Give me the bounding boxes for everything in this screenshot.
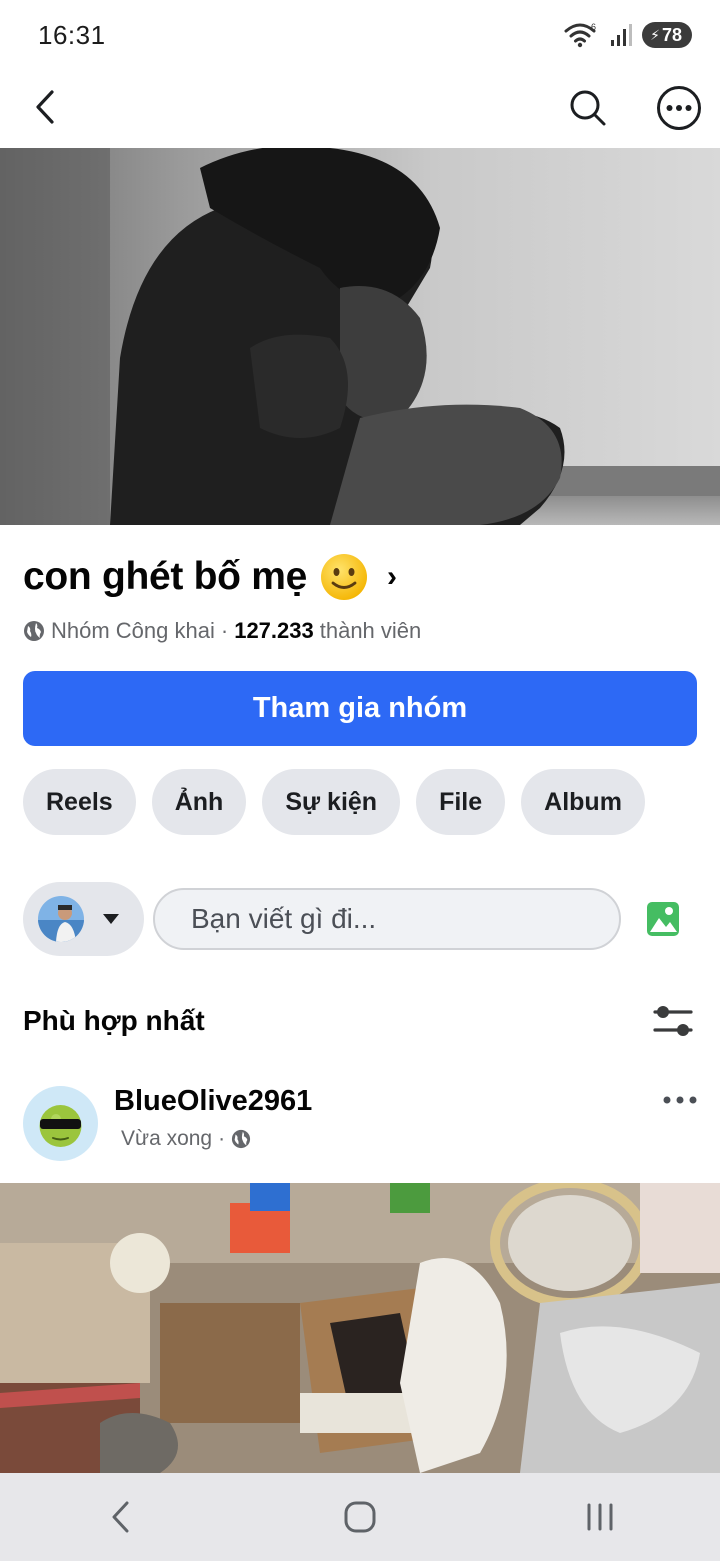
system-home-button[interactable]: [320, 1477, 400, 1557]
avatar: [38, 896, 84, 942]
photo-icon[interactable]: [646, 900, 680, 938]
recents-nav-icon: [587, 1503, 613, 1531]
wifi-icon: 6: [564, 22, 596, 48]
meta-separator: ·: [218, 1127, 226, 1150]
group-cover-photo[interactable]: [0, 148, 720, 525]
back-button[interactable]: [22, 84, 68, 130]
more-horizontal-icon: [663, 1096, 697, 1104]
tab-albums[interactable]: Album: [521, 769, 645, 835]
globe-icon: [24, 621, 44, 641]
post-options-button[interactable]: [660, 1085, 700, 1115]
post-author-name[interactable]: BlueOlive2961: [114, 1085, 312, 1118]
identity-switcher[interactable]: [23, 882, 144, 956]
cover-image: [0, 148, 720, 525]
post-timestamp[interactable]: Vừa xong: [121, 1127, 212, 1151]
status-bar: 16:31 6 ⚡ 78: [0, 0, 720, 70]
more-options-button[interactable]: [655, 84, 703, 132]
post-composer-input[interactable]: Bạn viết gì đi...: [153, 888, 621, 950]
battery-icon: ⚡ 78: [642, 22, 692, 48]
signal-icon: [611, 24, 633, 46]
back-nav-icon: [112, 1501, 129, 1533]
group-title-row[interactable]: con ghét bố mẹ ›: [23, 552, 397, 602]
home-nav-icon: [344, 1501, 376, 1533]
system-recents-button[interactable]: [560, 1477, 640, 1557]
chevron-right-icon: ›: [386, 560, 397, 593]
app-bar: [0, 70, 720, 148]
post-image[interactable]: [0, 1183, 720, 1473]
meta-separator: ·: [220, 618, 229, 643]
group-title: con ghét bố mẹ: [23, 555, 307, 598]
system-back-button[interactable]: [80, 1477, 160, 1557]
member-label: thành viên: [319, 618, 422, 643]
system-nav-bar: [0, 1473, 720, 1561]
battery-level: 78: [661, 24, 682, 45]
more-horizontal-icon: [657, 86, 701, 130]
tab-files[interactable]: File: [416, 769, 506, 835]
charging-bolt-icon: ⚡: [650, 26, 660, 43]
post-meta: Vừa xong ·: [121, 1127, 251, 1151]
post-author-avatar[interactable]: [23, 1086, 98, 1161]
tab-reels[interactable]: Reels: [23, 769, 136, 835]
slightly-smiling-face-emoji-icon: [320, 554, 367, 600]
back-arrow-icon: [36, 90, 54, 124]
svg-text:6: 6: [591, 22, 596, 32]
search-icon: [570, 90, 606, 126]
post-photo: [0, 1183, 720, 1473]
tab-photos[interactable]: Ảnh: [151, 769, 247, 835]
globe-icon: [232, 1129, 251, 1149]
member-count: 127.233: [234, 618, 314, 643]
search-button[interactable]: [564, 84, 612, 132]
filter-sliders-icon[interactable]: [652, 1003, 694, 1039]
tab-events[interactable]: Sự kiện: [262, 769, 401, 835]
group-meta: Nhóm Công khai · 127.233 thành viên: [23, 618, 421, 644]
join-group-button[interactable]: Tham gia nhóm: [23, 671, 697, 746]
status-icons: 6 ⚡ 78: [564, 22, 692, 48]
caret-down-icon: [103, 914, 119, 924]
group-privacy: Nhóm Công khai: [51, 618, 215, 643]
feed-sort-label: Phù hợp nhất: [23, 1005, 205, 1036]
group-tabs: Reels Ảnh Sự kiện File Album: [23, 769, 645, 835]
status-time: 16:31: [38, 20, 106, 50]
